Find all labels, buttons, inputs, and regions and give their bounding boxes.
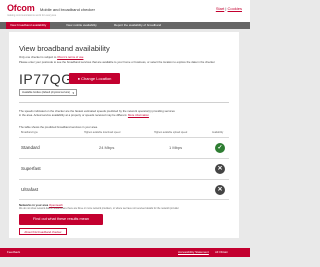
content-card: View broadband availability Only one che… (9, 32, 239, 238)
page-title: View broadband availability (19, 44, 110, 53)
ofcom-logo[interactable]: Ofcom (7, 4, 35, 13)
tab-report-broadband[interactable]: Report the availability of broadband (110, 22, 165, 29)
accessibility-statement-link[interactable]: Accessibility Statement (178, 248, 209, 257)
location-pin-icon: ● (77, 76, 81, 81)
unavailable-cross-icon: ✕ (215, 185, 225, 195)
col-header-upload: Highest available upload speed (154, 131, 188, 134)
site-header: Ofcom making communications work for eve… (0, 0, 250, 22)
feedback-link[interactable]: Feedback (7, 248, 20, 257)
more-information-link[interactable]: More information (128, 113, 149, 117)
table-row-ultrafast: Ultrafast ✕ (19, 179, 229, 199)
table-row-standard: Standard 24 Mbps 1 Mbps ✓ (19, 137, 229, 157)
table-bottom-border (19, 199, 229, 200)
main-nav: View broadband availability View mobile … (0, 22, 250, 29)
col-header-availability: Availability (212, 131, 224, 134)
site-footer: Feedback Accessibility Statement All Obt… (0, 248, 250, 257)
header-links: Start | Cookies (216, 6, 242, 11)
row-upload: 1 Mbps (169, 145, 183, 150)
intro-note: Please enter your postcode to see the br… (19, 60, 215, 64)
cookies-link[interactable]: Cookies (228, 6, 242, 11)
change-location-label: Change Location (81, 76, 112, 81)
row-type: Superfast (21, 166, 41, 171)
postcode-display: IP77QG (19, 71, 73, 87)
terms-link[interactable]: Ofcom's terms of use (57, 55, 83, 59)
change-location-button[interactable]: ● Change Location (69, 73, 120, 84)
start-link[interactable]: Start (216, 6, 224, 11)
terms-note-text: Only one checker is subject to (19, 55, 58, 59)
col-header-download: Highest available download speed (84, 131, 121, 134)
about-checker-button[interactable]: About this broadband checker (19, 228, 67, 235)
tab-mobile-availability[interactable]: View mobile availability (62, 22, 101, 29)
page: Ofcom making communications work for eve… (0, 0, 250, 267)
available-check-icon: ✓ (215, 143, 225, 153)
tab-broadband-availability[interactable]: View broadband availability (6, 22, 51, 29)
app-title: Mobile and broadband checker (40, 7, 95, 12)
row-download: 24 Mbps (99, 145, 115, 150)
speed-info-line2: in the area. Actual service availability… (19, 113, 149, 117)
unavailable-cross-icon: ✕ (215, 164, 225, 174)
terms-note: Only one checker is subject to Ofcom's t… (19, 55, 83, 59)
networks-note: We do not show network data in areas whe… (19, 207, 179, 210)
divider (19, 102, 229, 103)
table-row-superfast: Superfast ✕ (19, 158, 229, 178)
table-intro: The table shows the predicted broadband … (19, 125, 98, 129)
logo-tagline: making communications work for everyone (7, 14, 57, 17)
address-select[interactable]: Available bodies (default physical servi… (19, 89, 77, 96)
chevron-down-icon: ▾ (72, 91, 74, 95)
table-header: Broadband type Highest available downloa… (19, 131, 229, 136)
col-header-type: Broadband type (21, 131, 38, 134)
footer-right-text: All Obtain (215, 250, 229, 254)
speed-info-text: in the area. Actual service availability… (19, 113, 128, 117)
address-select-value: Available bodies (default physical servi… (22, 91, 71, 94)
row-type: Ultrafast (21, 187, 39, 192)
row-type: Standard (21, 145, 40, 150)
find-out-results-button[interactable]: Find out what these results mean (19, 214, 103, 225)
